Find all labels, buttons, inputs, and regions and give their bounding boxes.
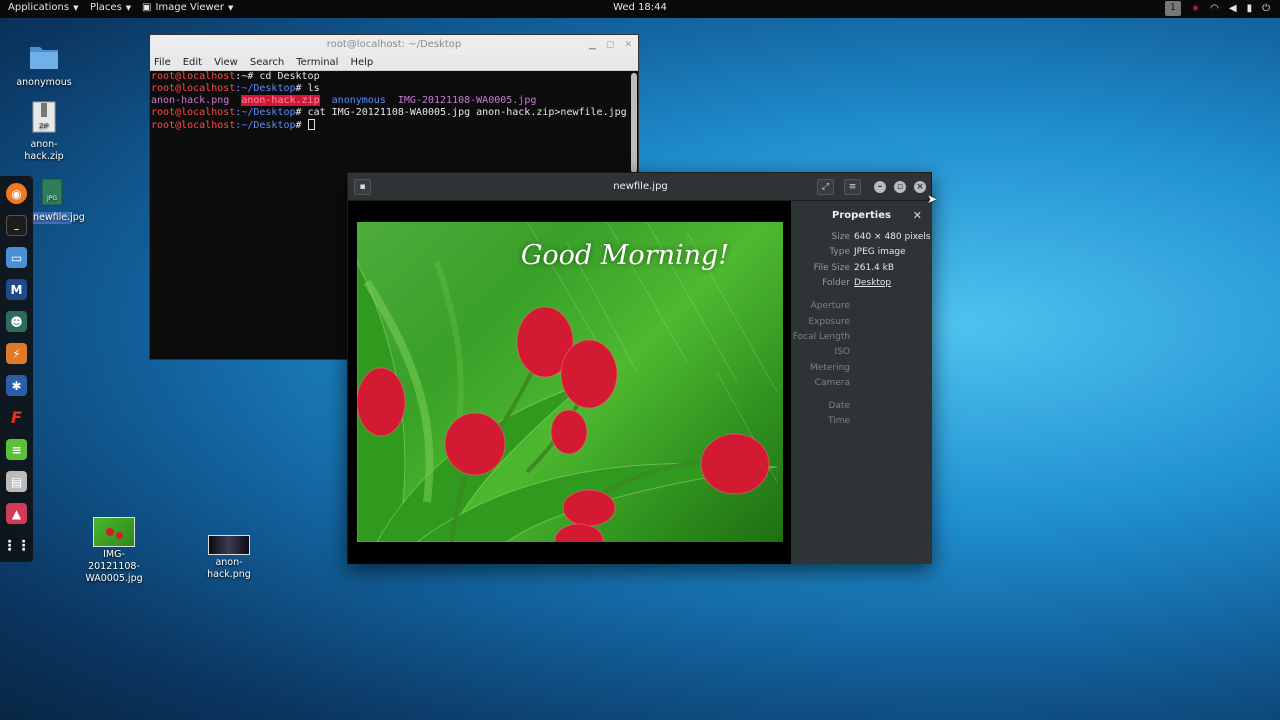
property-key: Folder: [822, 278, 850, 288]
burpsuite-icon[interactable]: ⚡: [6, 343, 27, 364]
terminal-line: root@localhost:~/Desktop# cat IMG-201211…: [151, 107, 627, 118]
folder-link[interactable]: Desktop: [854, 278, 891, 288]
desktop-icon-label: anon-hack.png: [207, 557, 251, 580]
property-key: Date: [828, 401, 850, 411]
desktop-icon-anon-hack-png[interactable]: anon-hack.png: [194, 535, 264, 581]
close-icon[interactable]: ×: [914, 181, 926, 193]
property-key: Type: [829, 247, 850, 257]
property-value: 640 × 480 pixels: [854, 232, 931, 242]
close-icon[interactable]: ✕: [624, 35, 632, 55]
menu-help[interactable]: Help: [350, 55, 373, 70]
menu-view[interactable]: View: [214, 55, 238, 70]
viewer-headerbar[interactable]: ▪ newfile.jpg ⤢ ≡ – ▫ ×: [348, 173, 931, 201]
menu-terminal[interactable]: Terminal: [296, 55, 338, 70]
svg-text:JPG: JPG: [46, 195, 57, 202]
minimize-icon[interactable]: –: [874, 181, 886, 193]
armitage-icon[interactable]: ☻: [6, 311, 27, 332]
desktop-icon-img-jpg[interactable]: IMG-20121108-WA0005.jpg: [79, 517, 149, 585]
desktop-icon-anonymous[interactable]: anonymous: [9, 43, 79, 89]
maximize-icon[interactable]: ▢: [606, 35, 615, 55]
image-thumbnail: [93, 517, 135, 547]
close-properties-icon[interactable]: ✕: [913, 209, 922, 222]
menu-file[interactable]: File: [154, 55, 171, 70]
property-key: File Size: [813, 263, 850, 273]
folder-icon: [30, 47, 58, 69]
clock[interactable]: Wed 18:44: [0, 2, 1280, 13]
cutycapt-icon[interactable]: ▤: [6, 471, 27, 492]
files-icon[interactable]: ▭: [6, 247, 27, 268]
image-caption-text: Good Morning!: [520, 240, 730, 271]
property-key: Camera: [814, 378, 850, 388]
image-viewer-window[interactable]: ▪ newfile.jpg ⤢ ≡ – ▫ × Good Morning! Pr…: [347, 172, 932, 564]
workspace-indicator[interactable]: 1: [1164, 1, 1181, 16]
menu-edit[interactable]: Edit: [183, 55, 202, 70]
property-key: Exposure: [808, 317, 850, 327]
property-key: Size: [831, 232, 850, 242]
system-tray[interactable]: 1 ✶ ◠ ◀ ▮ ⏻: [1164, 1, 1270, 16]
desktop-icon-label: anon-hack.zip: [24, 139, 64, 162]
volume-icon: ◀: [1228, 3, 1237, 14]
image-viewer-dock-icon[interactable]: ▲: [6, 503, 27, 524]
image-thumbnail: [208, 535, 250, 555]
terminal-menubar: File Edit View Search Terminal Help: [150, 55, 638, 71]
property-key: Metering: [810, 363, 850, 373]
battery-icon: ▮: [1246, 3, 1253, 14]
zip-file-icon: ZIP: [32, 101, 56, 133]
text-cursor: [307, 119, 315, 130]
desktop-icon-label: anonymous: [16, 77, 72, 88]
svg-text:ZIP: ZIP: [39, 123, 49, 130]
terminal-icon[interactable]: _: [6, 215, 27, 236]
terminal-line: root@localhost:~# cd Desktop: [151, 71, 320, 82]
metasploit-icon[interactable]: M: [6, 279, 27, 300]
property-key: Time: [827, 416, 850, 426]
show-apps-icon[interactable]: ⋮⋮: [3, 535, 31, 556]
minimize-icon[interactable]: ▁: [589, 35, 596, 55]
desktop-icon-newfile-jpg[interactable]: JPG newfile.jpg: [32, 178, 85, 224]
terminal-line: root@localhost:~/Desktop#: [151, 119, 637, 132]
properties-panel: Properties ✕ Size 640 × 480 pixels Type …: [791, 201, 932, 564]
property-key: Focal Length: [792, 332, 850, 342]
dock: ◉ _ ▭ M ☻ ⚡ ✱ F ≡ ▤ ▲ ⋮⋮: [0, 176, 33, 562]
menu-search[interactable]: Search: [250, 55, 284, 70]
terminal-titlebar[interactable]: root@localhost: ~/Desktop ▁ ▢ ✕: [150, 35, 638, 55]
menu-button[interactable]: ≡: [844, 179, 861, 195]
terminal-scrollbar[interactable]: [631, 73, 637, 173]
terminal-title: root@localhost: ~/Desktop: [326, 39, 462, 50]
image-canvas[interactable]: Good Morning!: [348, 201, 791, 564]
terminal-line: root@localhost:~/Desktop# ls: [151, 83, 320, 94]
displayed-image: Good Morning!: [357, 222, 783, 542]
desktop-icon-label: IMG-20121108-WA0005.jpg: [85, 549, 143, 584]
desktop-icon-label: newfile.jpg: [32, 212, 85, 224]
property-value: JPEG image: [854, 247, 906, 257]
maltego-icon[interactable]: ✱: [6, 375, 27, 396]
faraday-icon[interactable]: F: [6, 407, 27, 428]
maximize-icon[interactable]: ▫: [894, 181, 906, 193]
power-icon[interactable]: ⏻: [1262, 3, 1270, 14]
fullscreen-button[interactable]: ⤢: [817, 179, 834, 195]
dragon-icon[interactable]: ✶: [1191, 2, 1200, 15]
properties-title: Properties: [832, 210, 891, 221]
property-key: Aperture: [810, 301, 850, 311]
jpg-file-icon: JPG: [41, 178, 63, 206]
mouse-pointer-icon: ➤: [927, 192, 938, 206]
property-value: 261.4 kB: [854, 263, 895, 273]
desktop-icon-anon-hack-zip[interactable]: ZIP anon-hack.zip: [9, 101, 79, 163]
property-key: ISO: [834, 347, 850, 357]
terminal-output[interactable]: root@localhost:~# cd Desktop root@localho…: [150, 71, 638, 132]
terminal-line: anon-hack.png anon-hack.zip anonymous IM…: [151, 95, 537, 106]
firefox-icon[interactable]: ◉: [6, 183, 27, 204]
top-bar: Applications ▼ Places ▼ ▣ Image Viewer ▼…: [0, 0, 1280, 18]
leafpad-icon[interactable]: ≡: [6, 439, 27, 460]
wifi-icon: ◠: [1210, 3, 1219, 14]
